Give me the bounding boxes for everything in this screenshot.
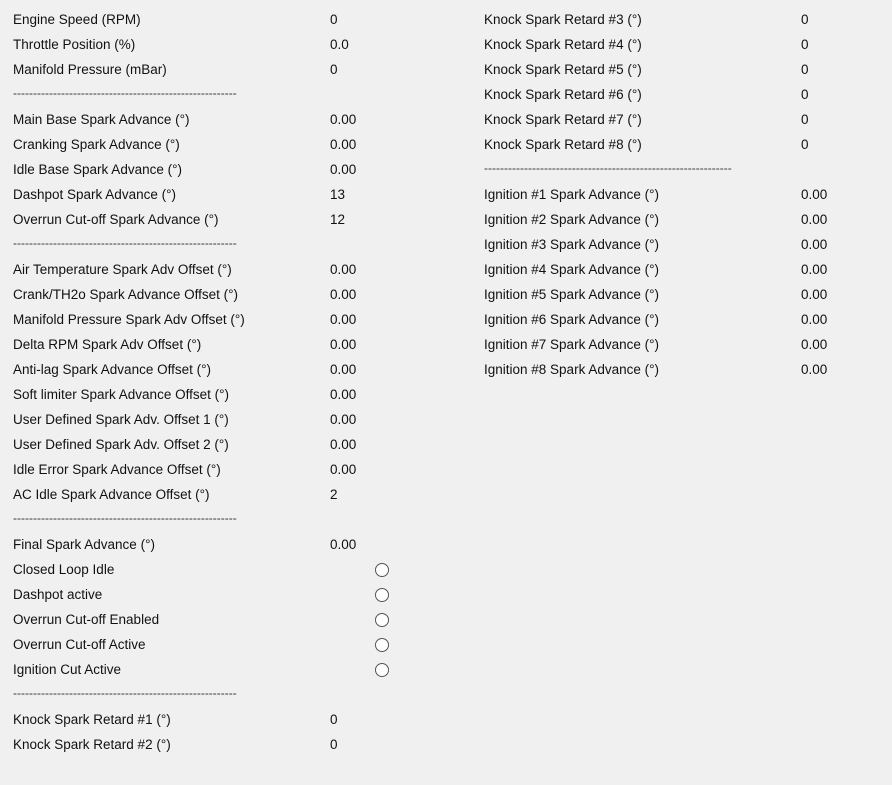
row-value: 0.00 [330,262,357,277]
row-value: 2 [330,487,338,502]
row-value: 0 [801,112,809,127]
row-label: Ignition #5 Spark Advance (°) [484,287,659,302]
status-indicator-radio[interactable] [375,613,389,627]
row-label: Idle Error Spark Advance Offset (°) [13,462,221,477]
row-value: 0.00 [330,312,357,327]
row-label: User Defined Spark Adv. Offset 1 (°) [13,412,229,427]
row-label: Knock Spark Retard #2 (°) [13,737,171,752]
row-label: Ignition #2 Spark Advance (°) [484,212,659,227]
flag-label: Dashpot active [13,587,103,602]
row-value: 0.00 [801,262,828,277]
row-label: Idle Base Spark Advance (°) [13,162,182,177]
status-indicator-radio[interactable] [375,588,389,602]
row-label: Ignition #3 Spark Advance (°) [484,237,659,252]
row-label: Cranking Spark Advance (°) [13,137,180,152]
row-label: Manifold Pressure (mBar) [13,62,167,77]
row-label: Ignition #6 Spark Advance (°) [484,312,659,327]
row-value: 0.00 [330,462,357,477]
row-value: 0.00 [330,137,357,152]
row-value: 0 [801,37,809,52]
row-value: 0.00 [801,187,828,202]
row-value: 0 [801,12,809,27]
row-label: Knock Spark Retard #3 (°) [484,12,642,27]
row-value: 0.00 [330,162,357,177]
row-value: 12 [330,212,346,227]
row-label: Overrun Cut-off Spark Advance (°) [13,212,219,227]
row-value: 0 [801,62,809,77]
row-value: 0.00 [801,337,828,352]
row-label: Engine Speed (RPM) [13,12,141,27]
row-value: 0.00 [330,412,357,427]
row-value: 0.00 [330,112,357,127]
row-value: 0.00 [330,337,357,352]
row-label: User Defined Spark Adv. Offset 2 (°) [13,437,229,452]
row-value: 0.00 [801,312,828,327]
row-value: 0.00 [801,287,828,302]
row-label: Ignition #1 Spark Advance (°) [484,187,659,202]
row-label: Air Temperature Spark Adv Offset (°) [13,262,232,277]
separator-line: ----------------------------------------… [13,511,237,525]
row-value: 0.00 [801,212,828,227]
separator-line: ----------------------------------------… [484,161,732,175]
row-label: Ignition #4 Spark Advance (°) [484,262,659,277]
row-label: Ignition #7 Spark Advance (°) [484,337,659,352]
row-label: Crank/TH2o Spark Advance Offset (°) [13,287,238,302]
row-label: Knock Spark Retard #8 (°) [484,137,642,152]
row-value: 0 [330,712,338,727]
status-indicator-radio[interactable] [375,663,389,677]
row-value: 0 [330,62,338,77]
row-value: 0.0 [330,37,349,52]
separator-line: ----------------------------------------… [13,686,237,700]
row-value: 0.00 [801,362,828,377]
separator-line: ----------------------------------------… [13,86,237,100]
separator-line: ----------------------------------------… [13,236,237,250]
flag-label: Closed Loop Idle [13,562,115,577]
row-value: 0 [330,737,338,752]
row-label: Knock Spark Retard #5 (°) [484,62,642,77]
row-label: Throttle Position (%) [13,37,136,52]
status-indicator-radio[interactable] [375,563,389,577]
row-label: Knock Spark Retard #4 (°) [484,37,642,52]
row-value: 0 [801,87,809,102]
row-label: Main Base Spark Advance (°) [13,112,190,127]
row-value: 0 [801,137,809,152]
row-value: 0 [330,12,338,27]
row-label: Knock Spark Retard #1 (°) [13,712,171,727]
row-label: Ignition #8 Spark Advance (°) [484,362,659,377]
row-label: Knock Spark Retard #7 (°) [484,112,642,127]
row-value: 0.00 [330,387,357,402]
flag-label: Overrun Cut-off Active [13,637,146,652]
flag-label: Ignition Cut Active [13,662,122,677]
status-indicator-radio[interactable] [375,638,389,652]
row-value: 13 [330,187,346,202]
row-value: 0.00 [330,287,357,302]
row-value: 0.00 [330,362,357,377]
row-label: Dashpot Spark Advance (°) [13,187,176,202]
row-value: 0.00 [330,437,357,452]
row-label: Knock Spark Retard #6 (°) [484,87,642,102]
row-label: Soft limiter Spark Advance Offset (°) [13,387,229,402]
row-label: AC Idle Spark Advance Offset (°) [13,487,210,502]
row-value: 0.00 [330,537,357,552]
row-label: Manifold Pressure Spark Adv Offset (°) [13,312,245,327]
row-label: Final Spark Advance (°) [13,537,155,552]
row-value: 0.00 [801,237,828,252]
flag-label: Overrun Cut-off Enabled [13,612,160,627]
row-label: Anti-lag Spark Advance Offset (°) [13,362,211,377]
row-label: Delta RPM Spark Adv Offset (°) [13,337,202,352]
